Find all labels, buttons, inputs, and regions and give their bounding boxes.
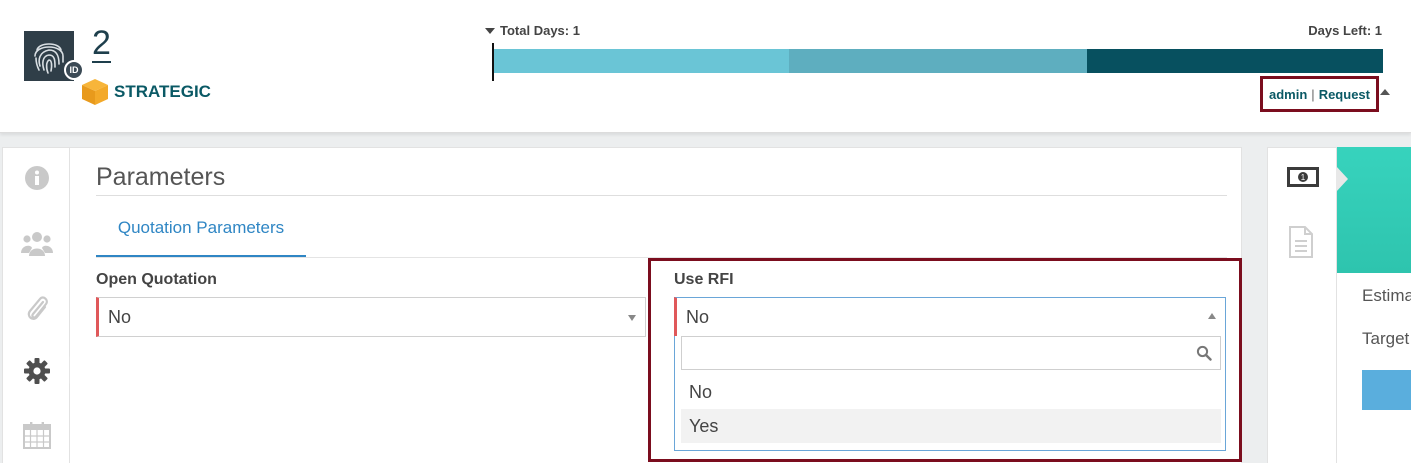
use-rfi-select[interactable]: No (674, 297, 1226, 337)
right-active-pointer (1336, 166, 1348, 192)
progress-segment-3 (1086, 49, 1383, 73)
open-quotation-select[interactable]: No (96, 297, 646, 337)
left-icon-rail (2, 147, 70, 463)
dropdown-option-no[interactable]: No (681, 375, 1221, 409)
option-label: No (689, 381, 713, 402)
sidebar-item-attachments[interactable] (3, 288, 71, 328)
money-icon-button[interactable]: 1 (1286, 166, 1320, 193)
right-icon-rail: 1 (1267, 147, 1337, 463)
record-number[interactable]: 2 (92, 26, 111, 63)
open-quotation-value: No (108, 306, 132, 327)
fingerprint-icon (34, 43, 64, 74)
sidebar-item-parameters[interactable] (3, 351, 71, 391)
header: ID 2 STRATEGIC Total Days: 1 Days Left: … (0, 0, 1411, 133)
right-panel-button[interactable] (1362, 370, 1411, 410)
users-icon (21, 232, 53, 256)
target-label: Target (1362, 329, 1410, 348)
progress-segment-2 (789, 49, 1087, 73)
use-rfi-dropdown: No Yes (674, 336, 1226, 451)
timeline-marker (492, 43, 494, 81)
sidebar-item-info[interactable] (3, 158, 71, 198)
sidebar-item-calendar[interactable] (3, 415, 71, 455)
svg-text:1: 1 (1301, 173, 1306, 182)
cube-icon (82, 79, 108, 105)
money-icon: 1 (1287, 167, 1319, 187)
total-days[interactable]: Total Days: 1 (485, 23, 580, 38)
paperclip-icon (27, 296, 48, 320)
search-icon (1196, 345, 1212, 361)
open-quotation-label: Open Quotation (96, 271, 217, 288)
dropdown-search-input[interactable] (682, 337, 1220, 369)
gear-icon (24, 358, 50, 384)
dropdown-arrow-up-icon (1208, 313, 1216, 319)
days-left-label: Days Left: 1 (1308, 23, 1382, 38)
tab-quotation-parameters[interactable]: Quotation Parameters (96, 218, 306, 258)
dropdown-search (681, 336, 1221, 370)
page-title: Parameters (96, 163, 226, 191)
info-icon (25, 166, 49, 190)
summary-tile (1337, 147, 1411, 273)
dropdown-arrow-icon (628, 315, 636, 321)
dropdown-option-yes[interactable]: Yes (681, 409, 1221, 443)
sidebar-item-users[interactable] (3, 223, 71, 263)
calendar-icon (23, 422, 51, 449)
caret-up-icon[interactable] (1380, 89, 1390, 95)
use-rfi-label: Use RFI (674, 271, 734, 288)
timeline-progress-bar (493, 49, 1383, 73)
caret-down-icon (485, 27, 495, 34)
request-link[interactable]: Request (1319, 87, 1370, 102)
total-days-label: Total Days: 1 (500, 23, 580, 38)
use-rfi-value: No (686, 306, 710, 327)
category-label: STRATEGIC (114, 82, 211, 101)
admin-link[interactable]: admin (1269, 87, 1307, 102)
link-separator: | (1311, 86, 1315, 102)
option-label: Yes (689, 415, 719, 436)
estimate-label: Estima (1362, 286, 1411, 305)
title-divider (96, 195, 1227, 196)
user-request-links: admin | Request (1260, 76, 1379, 112)
document-icon-button[interactable] (1288, 226, 1314, 263)
progress-segment-1 (493, 49, 790, 73)
tab-label: Quotation Parameters (117, 218, 285, 237)
document-icon (1289, 226, 1313, 258)
